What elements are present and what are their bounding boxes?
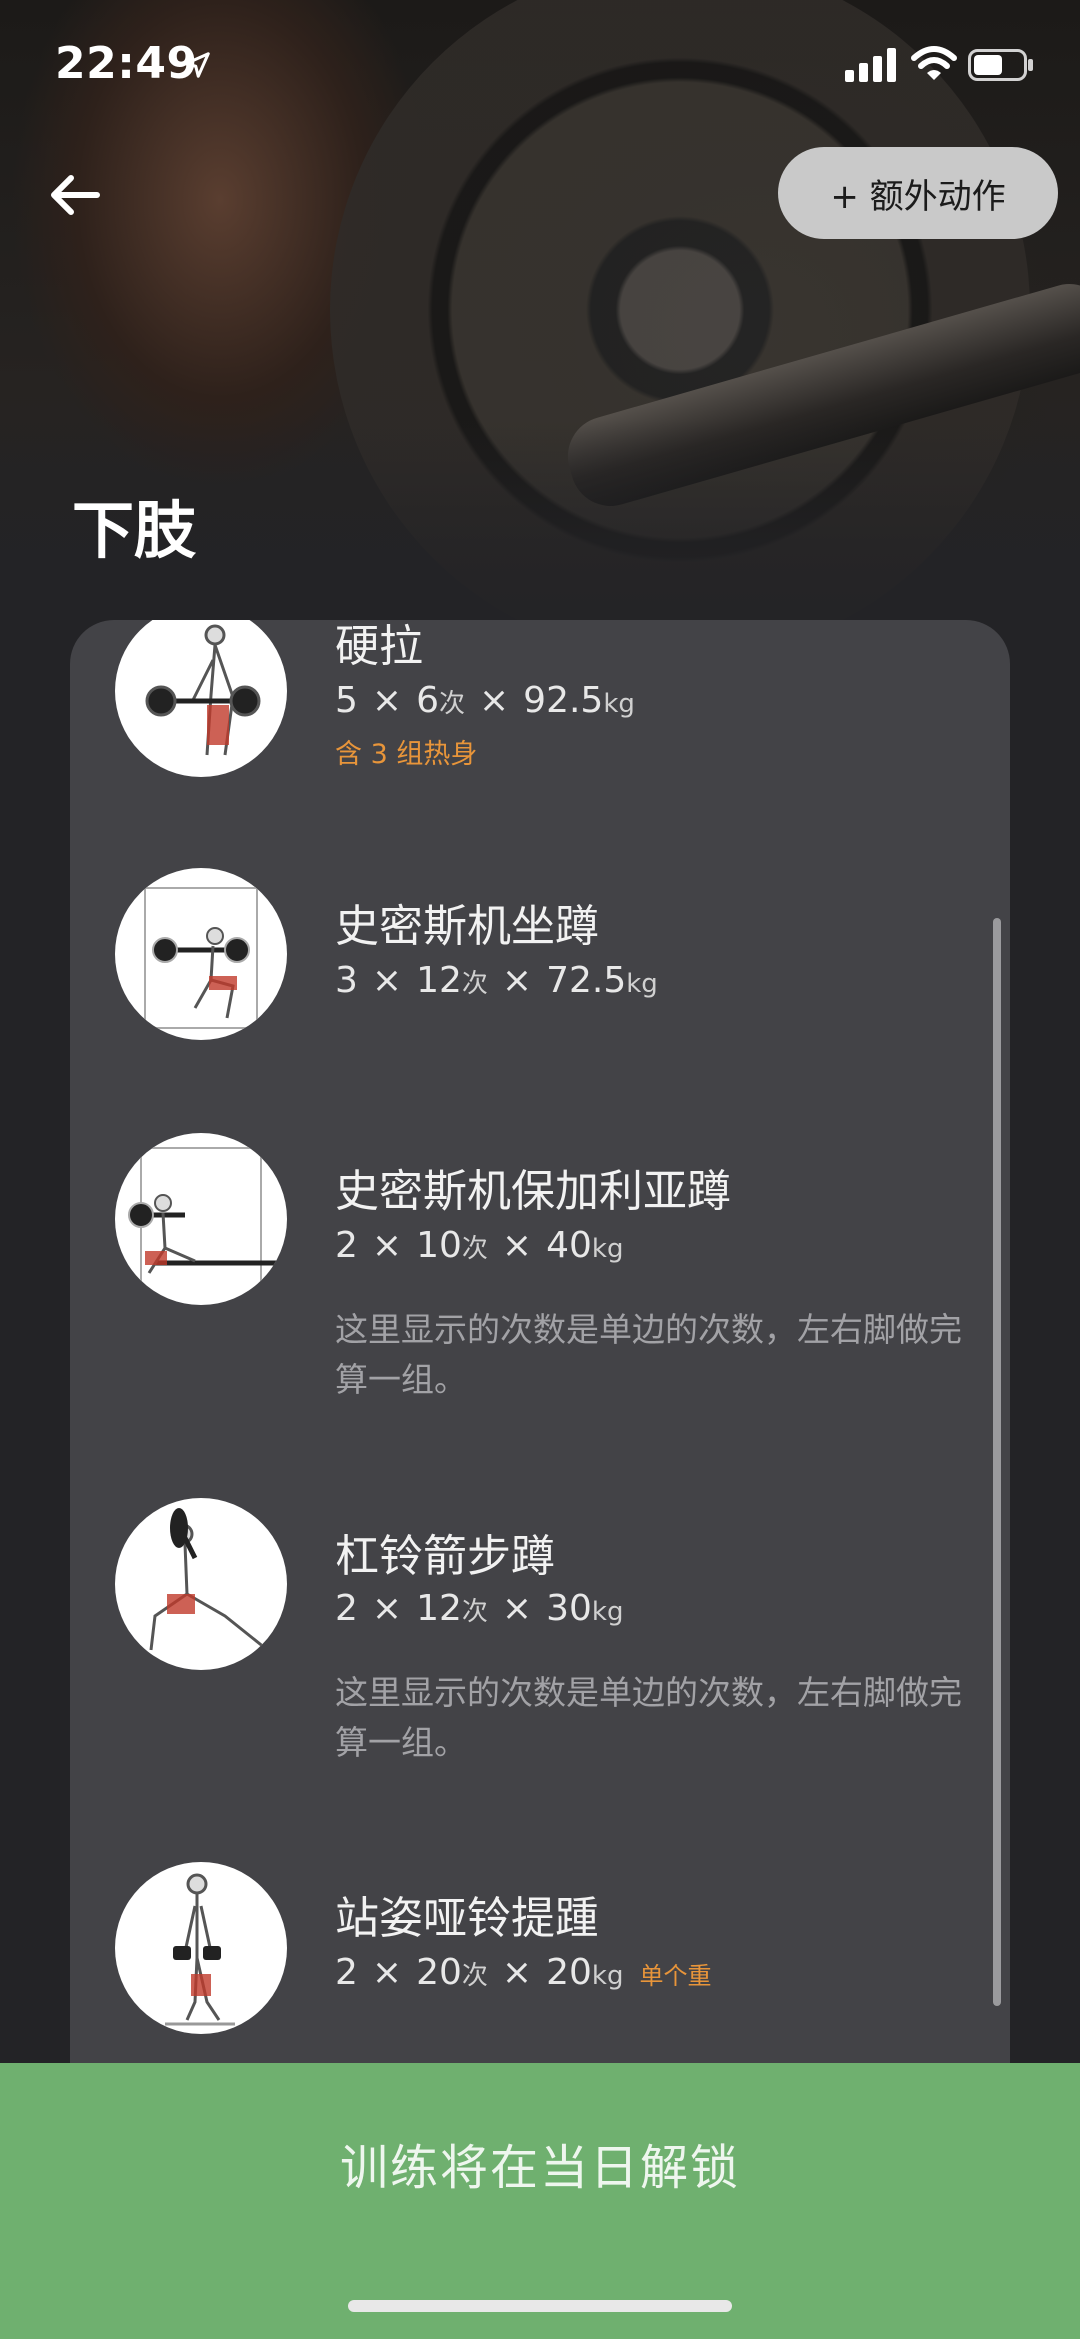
- weight-value: 72.5: [546, 960, 627, 1001]
- reps-count: 12: [416, 960, 462, 1001]
- exercise-note: 这里显示的次数是单边的次数，左右脚做完算一组。: [335, 1673, 962, 1762]
- weight-unit: kg: [591, 1597, 624, 1627]
- reps-unit: 次: [461, 1234, 488, 1264]
- exercise-sets: 2 × 20次 × 20kg 单个重: [335, 1952, 711, 1993]
- exercise-sets: 2 × 12次 × 30kg: [335, 1588, 623, 1629]
- weight-unit: kg: [591, 1234, 624, 1264]
- add-extra-exercise-button[interactable]: + 额外动作: [778, 147, 1058, 239]
- weight-value: 40: [546, 1225, 592, 1266]
- wifi-icon: [911, 46, 957, 80]
- reps-unit: 次: [461, 969, 488, 999]
- times-symbol: ×: [501, 1588, 533, 1629]
- location-arrow-icon: [184, 52, 210, 78]
- exercise-name: 杠铃箭步蹲: [335, 1531, 555, 1582]
- exercise-thumbnail: [115, 1862, 287, 2034]
- times-symbol: ×: [479, 680, 510, 721]
- weight-unit: kg: [591, 1961, 624, 1991]
- times-symbol: ×: [371, 1588, 403, 1629]
- warmup-tag: 含 3 组热身: [335, 739, 478, 770]
- reps-count: 12: [416, 1588, 462, 1629]
- sets-count: 2: [335, 1225, 358, 1266]
- exercise-sets: 5 × 6次 × 92.5kg: [335, 680, 635, 721]
- exercise-thumbnail: [115, 1498, 287, 1670]
- times-symbol: ×: [501, 960, 533, 1001]
- weight-unit: kg: [603, 689, 635, 719]
- reps-unit: 次: [438, 689, 465, 719]
- list-scrollbar[interactable]: [993, 918, 1001, 2006]
- cellular-signal-icon: [845, 48, 896, 82]
- back-arrow-icon[interactable]: [45, 165, 105, 225]
- sets-count: 5: [335, 680, 358, 721]
- per-dumbbell-tag: 单个重: [639, 1962, 712, 1990]
- exercise-thumbnail: [115, 620, 287, 777]
- times-symbol: ×: [501, 1952, 533, 1993]
- sets-count: 2: [335, 1952, 358, 1993]
- times-symbol: ×: [371, 680, 403, 721]
- exercise-thumbnail: [115, 1133, 287, 1305]
- page-title: 下肢: [72, 494, 197, 567]
- reps-unit: 次: [461, 1597, 488, 1627]
- reps-unit: 次: [461, 1961, 488, 1991]
- status-bar: 22:49: [0, 0, 1080, 130]
- weight-value: 20: [546, 1952, 592, 1993]
- exercise-list[interactable]: 硬拉 5 × 6次 × 92.5kg 含 3 组热身 史密斯机坐蹲 3 × 12次 × 72.5…: [70, 620, 1010, 2120]
- exercise-note: 这里显示的次数是单边的次数，左右脚做完算一组。: [335, 1310, 962, 1399]
- exercise-name: 硬拉: [335, 621, 423, 672]
- unlock-notice-bar: 训练将在当日解锁: [0, 2063, 1080, 2339]
- exercise-name: 站姿哑铃提踵: [335, 1893, 599, 1944]
- times-symbol: ×: [371, 1225, 403, 1266]
- weight-unit: kg: [626, 969, 658, 999]
- times-symbol: ×: [371, 1952, 403, 1993]
- status-time: 22:49: [55, 38, 198, 89]
- weight-value: 92.5: [523, 680, 604, 721]
- home-indicator[interactable]: [348, 2300, 732, 2312]
- battery-icon: [968, 49, 1033, 81]
- exercise-sets: 3 × 12次 × 72.5kg: [335, 960, 658, 1001]
- exercise-name: 史密斯机保加利亚蹲: [335, 1166, 731, 1217]
- weight-value: 30: [546, 1588, 592, 1629]
- times-symbol: ×: [501, 1225, 533, 1266]
- reps-count: 10: [416, 1225, 462, 1266]
- sets-count: 3: [335, 960, 358, 1001]
- times-symbol: ×: [371, 960, 403, 1001]
- exercise-thumbnail: [115, 868, 287, 1040]
- sets-count: 2: [335, 1588, 358, 1629]
- reps-count: 6: [416, 680, 439, 721]
- reps-count: 20: [416, 1952, 462, 1993]
- exercise-name: 史密斯机坐蹲: [335, 901, 599, 952]
- exercise-sets: 2 × 10次 × 40kg: [335, 1225, 623, 1266]
